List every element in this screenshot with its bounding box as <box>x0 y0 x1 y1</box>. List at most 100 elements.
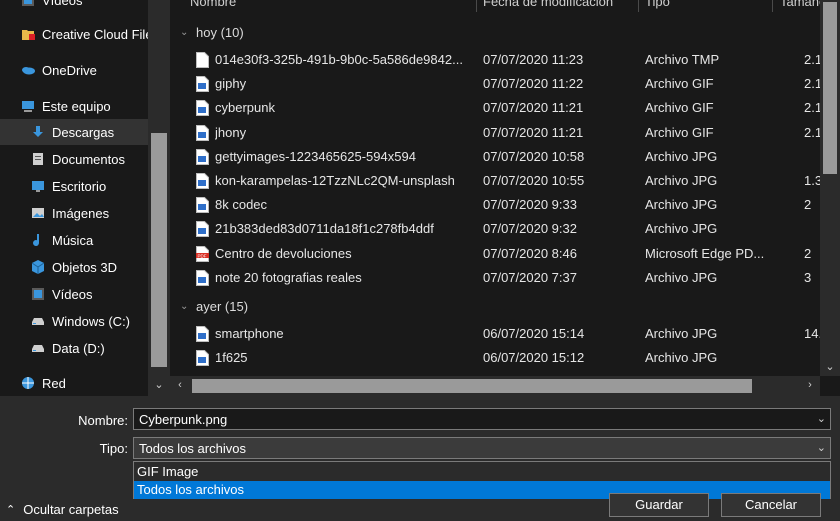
file-name: kon-karampelas-12TzzNLc2QM-unsplash <box>215 173 455 188</box>
sidebar-item-11[interactable]: Vídeos <box>0 281 148 307</box>
file-name: note 20 fotografias reales <box>215 269 362 285</box>
sidebar-item-8[interactable]: Imágenes <box>0 200 148 226</box>
sidebar-item-6[interactable]: Documentos <box>0 146 148 172</box>
group-header[interactable]: ⌄ hoy (10) <box>180 22 244 42</box>
file-name: 1f625 <box>215 350 248 366</box>
image-file-icon <box>196 100 209 117</box>
file-name: 21b383ded83d0711da18f1c278fb4ddf <box>215 221 434 237</box>
file-type-select[interactable]: Todos los archivos ⌄ <box>133 437 831 459</box>
file-type-label: Tipo: <box>99 441 128 456</box>
file-name-input[interactable]: Cyberpunk.png ⌄ <box>133 408 831 430</box>
chevron-down-icon: ⌄ <box>180 26 189 38</box>
file-row[interactable]: giphy 07/07/2020 11:22 Archivo GIF 2.1 <box>170 72 822 96</box>
file-row[interactable]: gettyimages-1223465625-594x594 07/07/2020… <box>170 145 820 169</box>
sidebar-item-label: Vídeos <box>52 286 93 302</box>
chevron-down-icon[interactable]: ⌄ <box>817 412 826 425</box>
sidebar-item-4[interactable]: Este equipo <box>0 93 148 119</box>
file-type: Archivo JPG <box>645 221 718 237</box>
scroll-down-arrow-icon[interactable]: ⌄ <box>822 360 838 373</box>
sidebar-item-5[interactable]: Descargas <box>0 119 148 145</box>
3d-objects-icon <box>30 259 46 275</box>
group-header[interactable]: ⌄ ayer (15) <box>180 296 248 316</box>
image-file-icon <box>196 76 209 93</box>
image-file-icon <box>196 350 209 367</box>
chevron-up-icon: ⌃ <box>6 503 16 516</box>
sidebar-item-14[interactable]: Red <box>0 370 148 396</box>
file-date: 07/07/2020 11:21 <box>483 124 584 140</box>
column-divider[interactable] <box>638 0 639 12</box>
file-type: Archivo GIF <box>645 100 714 116</box>
sidebar-item-1[interactable]: Vídeos <box>0 0 148 13</box>
sidebar-item-label: OneDrive <box>42 62 97 78</box>
chevron-down-icon: ⌄ <box>180 300 189 312</box>
file-row[interactable]: cyberpunk 07/07/2020 11:21 Archivo GIF 2.1 <box>170 96 822 120</box>
file-date: 07/07/2020 11:21 <box>483 100 584 116</box>
sidebar-item-12[interactable]: Windows (C:) <box>0 308 148 334</box>
group-label: ayer (15) <box>196 298 249 314</box>
file-date: 06/07/2020 15:12 <box>483 350 585 366</box>
file-row[interactable]: note 20 fotografias reales 07/07/2020 7:3… <box>170 266 820 290</box>
file-type: Microsoft Edge PD... <box>645 245 765 261</box>
documents-icon <box>30 151 46 167</box>
file-name: gettyimages-1223465625-594x594 <box>215 148 416 164</box>
file-type: Archivo JPG <box>645 197 718 213</box>
sidebar-item-label: Este equipo <box>42 98 111 114</box>
file-row[interactable]: 1f625 06/07/2020 15:12 Archivo JPG <box>170 346 820 370</box>
sidebar-item-label: Data (D:) <box>52 340 105 356</box>
scroll-right-arrow-icon[interactable]: › <box>802 379 818 391</box>
option-label: GIF Image <box>137 464 199 479</box>
column-header-type[interactable]: Tipo <box>645 0 670 12</box>
column-header-date[interactable]: Fecha de modificación <box>483 0 613 12</box>
hide-folders-toggle[interactable]: ⌃ Ocultar carpetas <box>6 500 119 518</box>
file-row[interactable]: kon-karampelas-12TzzNLc2QM-unsplash 07/07… <box>170 169 822 193</box>
file-row[interactable]: PDF Centro de devoluciones 07/07/2020 8:46… <box>170 242 820 266</box>
sidebar-item-2[interactable]: Creative Cloud File <box>0 21 153 47</box>
download-icon <box>30 124 46 140</box>
image-file-icon <box>196 269 209 286</box>
file-name: smartphone <box>215 326 284 341</box>
image-file-icon <box>196 148 209 165</box>
column-header-name[interactable]: Nombre <box>190 0 236 12</box>
save-button[interactable]: Guardar <box>609 493 709 517</box>
file-row[interactable]: 21b383ded83d0711da18f1c278fb4ddf 07/07/20… <box>170 217 820 241</box>
sidebar-item-label: Escritorio <box>52 178 107 194</box>
sidebar-item-label: Objetos 3D <box>52 259 118 275</box>
file-date: 07/07/2020 7:37 <box>483 269 577 285</box>
file-row[interactable]: jhony 07/07/2020 11:21 Archivo GIF 2.1 <box>170 121 822 145</box>
file-name: jhony <box>215 124 247 140</box>
sidebar-item-9[interactable]: Música <box>0 227 148 253</box>
sidebar-scrollbar-thumb[interactable] <box>151 133 167 367</box>
navigation-pane: Vídeos Creative Cloud File OneDrive Este eq… <box>0 0 170 396</box>
sidebar-item-3[interactable]: OneDrive <box>0 57 148 83</box>
video-folder-icon <box>30 286 46 302</box>
pictures-icon <box>30 205 46 221</box>
file-row[interactable]: 014e30f3-325b-491b-9b0c-5a586de9842... 07… <box>170 48 822 72</box>
sidebar-item-7[interactable]: Escritorio <box>0 173 148 199</box>
sidebar-item-10[interactable]: Objetos 3D <box>0 254 148 280</box>
drive-icon <box>30 313 46 329</box>
file-date: 07/07/2020 11:23 <box>483 52 584 67</box>
image-file-icon <box>196 221 209 238</box>
image-file-icon <box>196 326 209 342</box>
file-row[interactable]: 8k codec 07/07/2020 9:33 Archivo JPG 2 <box>170 193 820 217</box>
horizontal-scrollbar-thumb[interactable] <box>192 379 752 393</box>
drive-icon <box>30 340 46 356</box>
sidebar-item-13[interactable]: Data (D:) <box>0 335 148 361</box>
column-divider[interactable] <box>476 0 477 12</box>
hide-folders-label: Ocultar carpetas <box>23 501 119 517</box>
file-size: 2 <box>804 197 812 213</box>
cancel-button[interactable]: Cancelar <box>721 493 821 517</box>
file-type-option-gif[interactable]: GIF Image <box>134 463 830 481</box>
chevron-down-icon[interactable]: ⌄ <box>817 441 826 454</box>
scroll-left-arrow-icon[interactable]: ‹ <box>172 379 188 391</box>
file-row[interactable]: smartphone 06/07/2020 15:14 Archivo JPG 14.… <box>170 322 829 346</box>
sidebar-scroll-down-arrow[interactable]: ⌄ <box>150 376 168 394</box>
sidebar-item-label: Creative Cloud File <box>42 26 153 42</box>
vertical-scrollbar-thumb[interactable] <box>823 2 837 174</box>
file-name: Centro de devoluciones <box>215 245 352 261</box>
pdf-file-icon: PDF <box>196 245 209 262</box>
column-divider[interactable] <box>772 0 773 12</box>
sidebar-item-label: Música <box>52 232 94 248</box>
file-date: 07/07/2020 10:58 <box>483 148 585 164</box>
file-name: cyberpunk <box>215 100 275 116</box>
